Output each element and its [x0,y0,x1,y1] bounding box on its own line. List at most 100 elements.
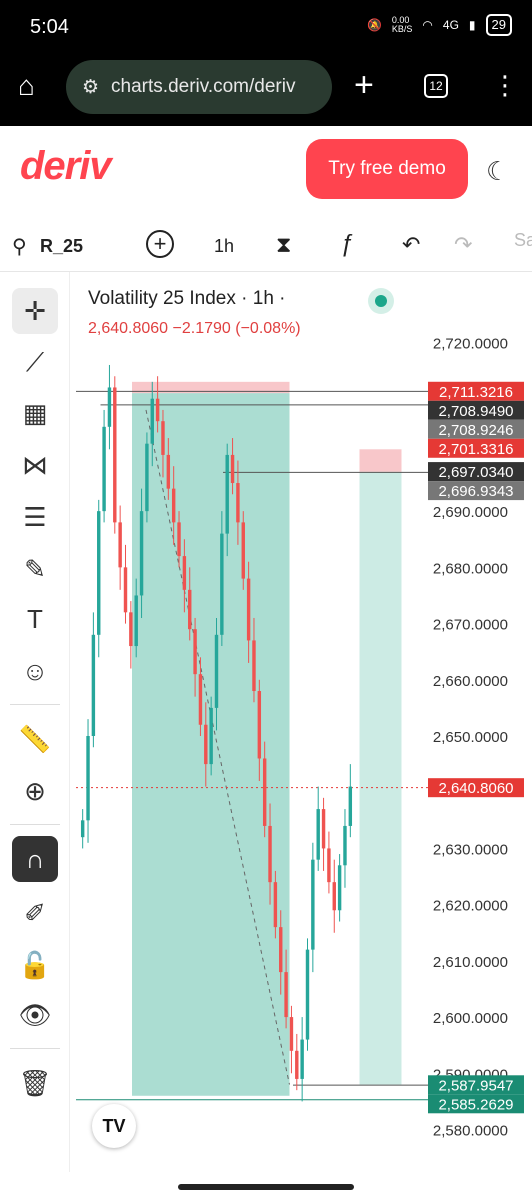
candle-body [97,511,101,635]
candle-body [209,707,213,765]
candle-body [300,1039,304,1079]
candle-body [327,848,331,883]
chart-toolbar: ⚲ R_25 + 1h ⧗ ƒ ↶ ↷ Sa [0,226,532,272]
undo-icon[interactable]: ↶ [402,232,420,258]
price-label: 2,585.2629 [438,1096,513,1113]
price-axis-tick: 2,650.0000 [433,729,508,746]
home-icon[interactable]: ⌂ [18,70,35,102]
long-position-zone-2[interactable] [359,471,402,1085]
candle-body [220,533,224,635]
grid-icon[interactable]: ▦ [12,390,58,436]
new-tab-icon[interactable]: + [354,66,374,105]
save-layout-label[interactable]: Sa [514,230,532,251]
price-axis-tick: 2,660.0000 [433,673,508,690]
candle-body [289,1017,294,1051]
price-axis-tick: 2,690.0000 [433,504,508,521]
candle-body [257,691,262,759]
candle-body [204,724,208,765]
home-indicator[interactable] [178,1184,354,1190]
status-time: 5:04 [30,16,69,38]
redo-icon[interactable]: ↷ [454,232,472,258]
candle-body [284,972,288,1018]
try-free-demo-button[interactable]: Try free demo [306,139,468,199]
candle-body [91,634,96,736]
battery-icon: 29 [485,14,512,36]
status-bar: 5:04 🔕 0.00 KB/S ◠ 4G ▮ 29 [0,0,532,56]
price-label: 2,696.9343 [438,483,513,500]
candle-body [150,398,154,444]
pattern-icon[interactable]: ⋈ [12,442,58,488]
price-label: 2,587.9547 [438,1077,513,1094]
crosshair-icon[interactable]: ✛ [12,288,58,334]
candle-body [316,809,320,860]
market-status-icon [368,288,394,314]
candle-body [102,426,106,512]
candle-body [171,488,176,523]
url-bar[interactable]: ⚙ charts.deriv.com/deriv [66,60,332,114]
deriv-logo[interactable]: deriv [20,144,112,189]
candle-body [262,758,267,826]
price-chart[interactable]: 2,720.0000 2,690.0000 2,680.0000 2,670.0000… [70,272,532,1172]
candle-body [246,578,251,641]
legend-values: 2,640.8060 −2.1790 (−0.08%) [88,320,301,337]
zoom-icon[interactable]: ⊕ [12,768,58,814]
emoji-icon[interactable]: ☺ [12,648,58,694]
candle-body [129,612,133,647]
candle-body [145,443,149,512]
interval-selector[interactable]: 1h [214,236,234,257]
price-axis-tick: 2,600.0000 [433,1010,508,1027]
site-settings-icon[interactable]: ⚙ [82,76,99,99]
candle-body [273,882,278,928]
eye-icon[interactable]: 👁 [12,992,58,1038]
signal-icon: ▮ [468,18,476,32]
nav-bar [0,1172,532,1200]
url-text: charts.deriv.com/deriv [111,76,296,97]
status-icons: 🔕 0.00 KB/S ◠ 4G ▮ 29 [367,14,512,36]
text-icon[interactable]: T [12,596,58,642]
indicators-icon[interactable]: ƒ [340,230,353,258]
chart-canvas[interactable]: 2,720.0000 2,690.0000 2,680.0000 2,670.0000… [70,272,532,1172]
legend-title: Volatility 25 Index · 1h · [88,288,286,309]
stop-loss-zone-2[interactable] [359,449,402,472]
wifi-icon: ◠ [422,18,433,32]
price-axis-tick: 2,680.0000 [433,560,508,577]
price-axis-tick: 2,630.0000 [433,841,508,858]
candle-body [182,556,187,590]
symbol-selector[interactable]: R_25 [40,236,83,257]
candle-body [86,736,90,821]
ruler-icon[interactable]: 📏 [12,716,58,762]
chart-type-icon[interactable]: ⧗ [276,232,291,258]
tradingview-logo[interactable]: TV [92,1104,136,1148]
browser-bar: ⌂ ⚙ charts.deriv.com/deriv + 12 ⋮ [0,56,532,126]
candle-body [311,859,315,950]
signal-label: 4G [442,18,459,32]
add-indicator-icon[interactable]: + [146,230,174,258]
brush-icon[interactable]: ✎ [12,546,58,592]
trend-line-icon[interactable]: ⟋ [12,340,58,386]
dark-mode-icon[interactable]: ☾ [486,156,509,187]
candle-body [225,454,229,534]
candle-body [230,454,235,484]
candle-body [348,786,353,826]
trash-icon[interactable]: 🗑 [12,1060,58,1106]
candle-body [80,820,85,838]
candle-body [107,387,112,427]
site-header: deriv Try free demo ☾ [0,126,532,226]
candle-body [279,927,283,973]
candle-body [236,483,240,523]
price-label: 2,708.9246 [438,422,513,439]
unlock-icon[interactable]: 🔓 [12,942,58,988]
magnet-icon[interactable]: ∩ [12,836,58,882]
lock-drawing-icon[interactable]: ✐ [12,890,58,936]
candle-body [123,567,128,613]
candle-body [161,421,165,455]
search-icon[interactable]: ⚲ [12,234,27,259]
candle-body [113,387,117,523]
candle-body [252,640,256,692]
more-menu-icon[interactable]: ⋮ [492,70,518,101]
tab-count-button[interactable]: 12 [424,74,448,98]
candle-body [343,825,347,866]
price-axis-tick: 2,670.0000 [433,617,508,634]
price-axis-tick: 2,580.0000 [433,1123,508,1140]
fib-icon[interactable]: ☰ [12,494,58,540]
